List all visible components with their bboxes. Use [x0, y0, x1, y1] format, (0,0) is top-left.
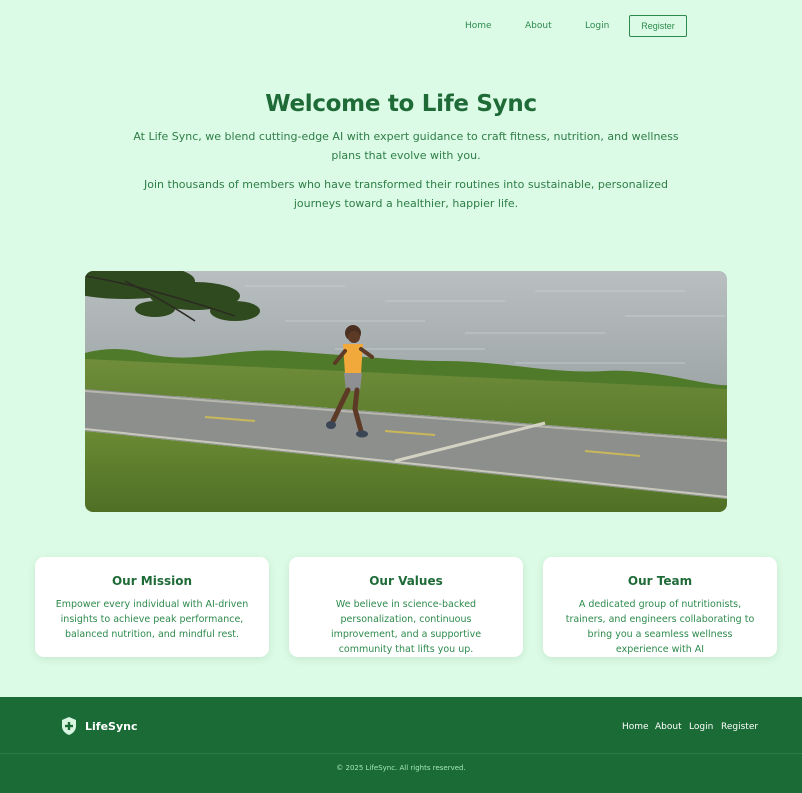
top-nav: Home About Login Register	[0, 15, 802, 37]
nav-about-link[interactable]: About	[525, 15, 552, 37]
runner-photo	[85, 271, 727, 512]
card-mission: Our Mission Empower every individual wit…	[35, 557, 269, 657]
card-values: Our Values We believe in science-backed …	[289, 557, 523, 657]
footer: LifeSync Home About Login Register © 202…	[0, 697, 802, 793]
footer-register-link[interactable]: Register	[721, 722, 758, 732]
card-title: Our Mission	[111, 574, 193, 588]
card-title: Our Values	[369, 574, 443, 588]
hero-title: Welcome to Life Sync	[265, 91, 537, 117]
hero-image	[85, 271, 727, 512]
nav-home-link[interactable]: Home	[465, 15, 492, 37]
footer-brand[interactable]: LifeSync	[85, 720, 137, 733]
card-title: Our Team	[627, 574, 693, 588]
card-text: Empower every individual with AI-driven …	[55, 599, 249, 640]
footer-divider	[0, 753, 802, 754]
footer-copyright: © 2025 LifeSync. All rights reserved.	[336, 764, 466, 772]
card-text: We believe in science-backed personaliza…	[330, 599, 482, 655]
card-text: A dedicated group of nutritionists, trai…	[565, 599, 755, 655]
nav-register-button[interactable]: Register	[629, 15, 687, 37]
footer-about-link[interactable]: About	[655, 722, 682, 732]
footer-login-link[interactable]: Login	[689, 722, 713, 732]
hero-join-text: Join thousands of members who have trans…	[144, 178, 668, 210]
shield-plus-icon	[62, 717, 76, 735]
hero-intro-text: At Life Sync, we blend cutting-edge AI w…	[133, 130, 679, 162]
card-team: Our Team A dedicated group of nutritioni…	[543, 557, 777, 657]
nav-login-link[interactable]: Login	[585, 15, 609, 37]
footer-home-link[interactable]: Home	[622, 722, 649, 732]
